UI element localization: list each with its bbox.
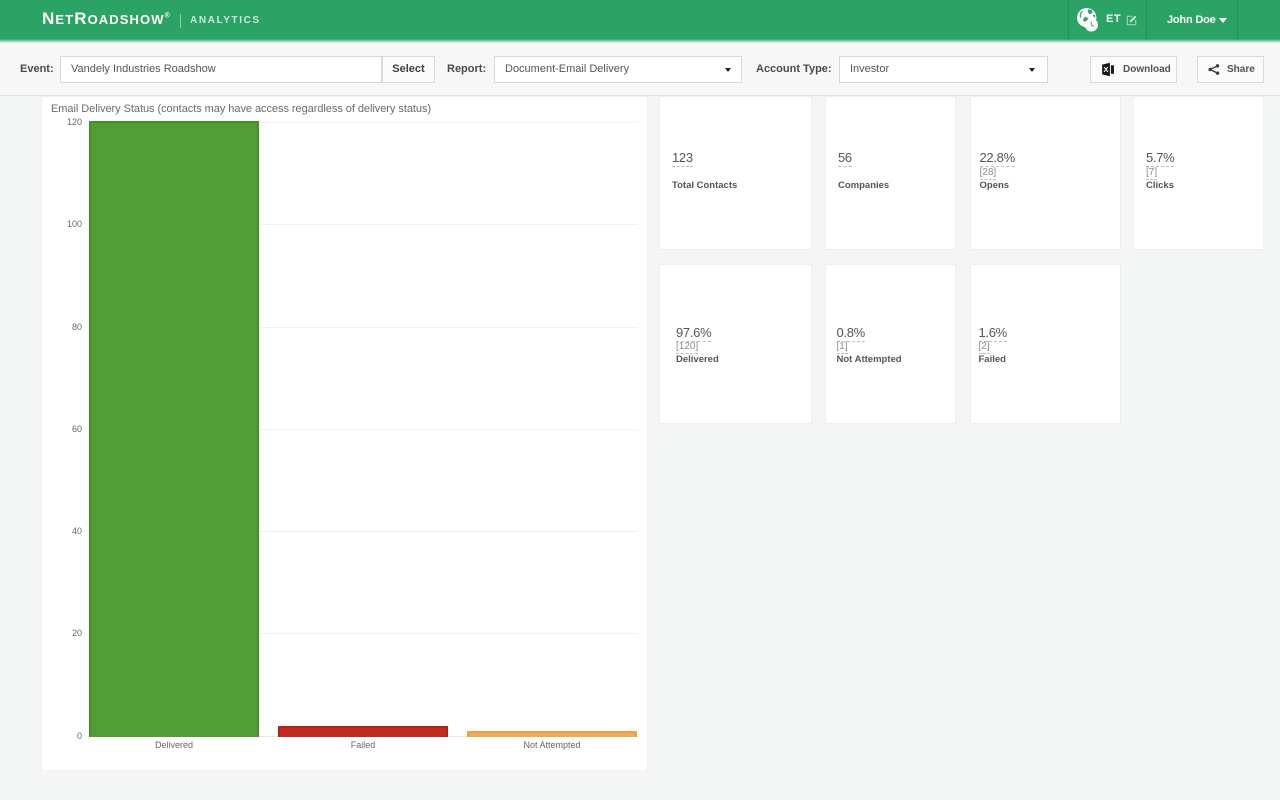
svg-text:X: X xyxy=(1103,65,1108,74)
